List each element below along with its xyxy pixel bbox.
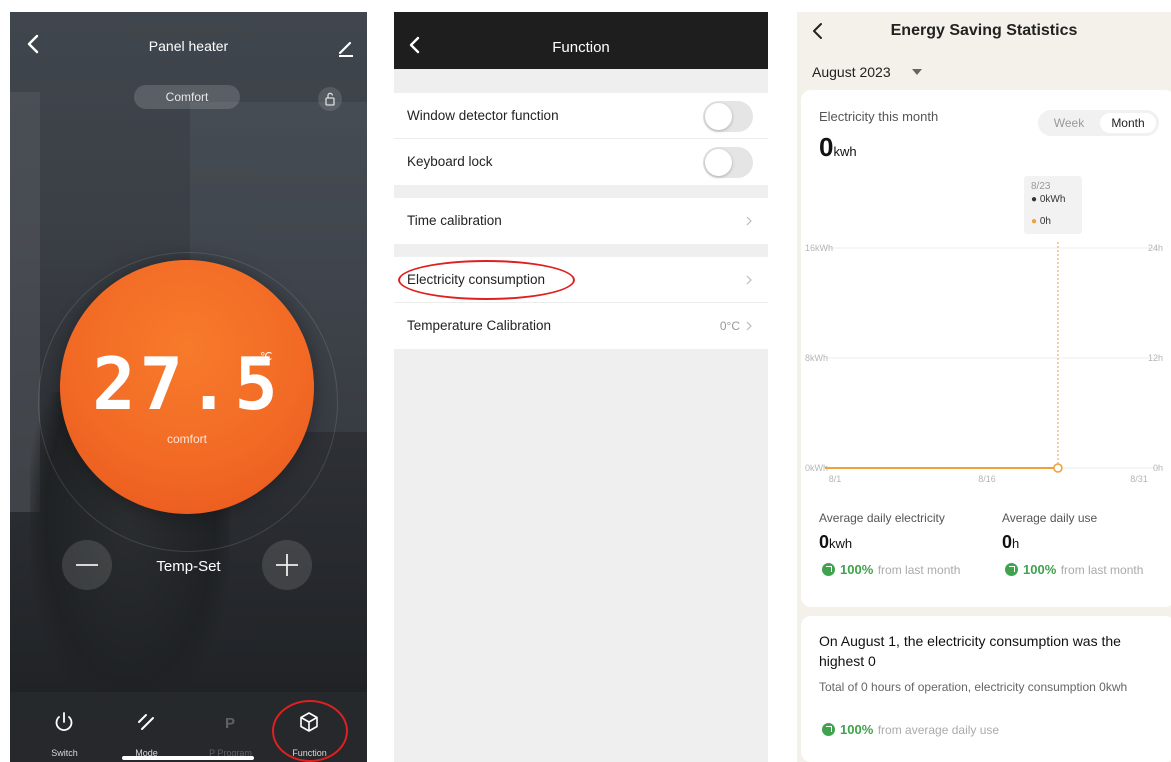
period-segmented-control: Week Month [1038, 110, 1159, 136]
week-option[interactable]: Week [1041, 113, 1097, 133]
tab-switch[interactable]: Switch [20, 692, 109, 762]
temperature-calibration-label: Temperature Calibration [407, 318, 552, 333]
summary-change: 100% from average daily use [822, 721, 999, 739]
electricity-total: 0kwh [819, 132, 857, 163]
temp-set-label: Temp-Set [156, 558, 221, 575]
x-tick: 8/1 [829, 474, 842, 484]
page-title: Function [552, 39, 610, 56]
y-tick-left: 0kWh [805, 463, 828, 473]
y-tick-right: 12h [1148, 353, 1163, 363]
change-text: from last month [1060, 563, 1144, 577]
change-text: from last month [877, 563, 961, 577]
mode-slash-icon [138, 714, 154, 730]
change-text: from average daily use [877, 723, 1000, 737]
tab-label: Switch [51, 748, 78, 758]
settings-group-time: Time calibration [394, 198, 768, 244]
avg-use-value: 0 [1002, 532, 1013, 552]
statistics-screen: Energy Saving Statistics August 2023 Ele… [797, 12, 1171, 762]
temperature-value: 27.5 [92, 342, 282, 426]
y-tick-left: 16kWh [805, 243, 833, 253]
tab-p-program[interactable]: P P Program [186, 692, 275, 762]
avg-electricity-value: 0 [819, 532, 830, 552]
y-tick-left: 8kWh [805, 353, 828, 363]
chevron-right-icon [746, 216, 752, 226]
heater-screen: Panel heater Comfort 27.5 ℃ comfort Temp… [10, 12, 367, 762]
unlock-icon[interactable] [318, 87, 342, 111]
trend-icon [822, 563, 835, 576]
keyboard-lock-toggle[interactable] [703, 147, 753, 178]
tooltip-hours: ● 0h [1031, 216, 1051, 227]
change-percent: 100% [840, 722, 874, 737]
tooltip-kwh: ● 0kWh [1031, 194, 1066, 205]
month-option[interactable]: Month [1100, 113, 1156, 133]
month-selector[interactable]: August 2023 [812, 64, 891, 80]
top-bar: Panel heater [10, 12, 367, 82]
chart-tooltip: 8/23 ● 0kWh ● 0h [1024, 176, 1082, 234]
svg-text:P: P [225, 715, 235, 732]
avg-use-unit: h [1012, 536, 1020, 551]
keyboard-lock-row: Keyboard lock [394, 139, 768, 185]
chevron-right-icon [746, 275, 752, 285]
trend-icon [822, 723, 835, 736]
avg-use-label: Average daily use [1002, 511, 1098, 525]
plus-button[interactable] [262, 540, 312, 590]
avg-electricity-unit: kwh [829, 536, 853, 551]
avg-electricity-change: 100% from last month [822, 561, 960, 579]
temperature-dial[interactable]: 27.5 ℃ comfort [60, 260, 314, 514]
window-detector-row: Window detector function [394, 93, 768, 139]
header: Function [394, 12, 768, 69]
avg-electricity-label: Average daily electricity [819, 511, 945, 525]
caret-down-icon[interactable] [911, 67, 923, 77]
avg-electricity-total: 0kwh [819, 532, 852, 553]
summary-title: On August 1, the electricity consumption… [819, 633, 1121, 669]
mode-pill[interactable]: Comfort [134, 85, 240, 109]
window-detector-label: Window detector function [407, 108, 559, 123]
toggle-knob [705, 149, 732, 176]
trend-icon [1005, 563, 1018, 576]
function-screen: Function Window detector function Keyboa… [394, 12, 768, 762]
time-calibration-label: Time calibration [407, 213, 502, 228]
chevron-right-icon [746, 321, 752, 331]
home-indicator [122, 756, 254, 760]
x-tick: 8/31 [1130, 474, 1148, 484]
avg-use-change: 100% from last month [1005, 561, 1143, 579]
change-percent: 100% [840, 562, 874, 577]
power-icon [55, 712, 73, 731]
tab-mode[interactable]: Mode [102, 692, 191, 762]
page-title: Energy Saving Statistics [890, 22, 1078, 39]
window-detector-toggle[interactable] [703, 101, 753, 132]
temperature-calibration-value: 0°C [719, 319, 740, 333]
summary-body: Total of 0 hours of operation, electrici… [819, 680, 1128, 694]
page-title: Panel heater [148, 38, 229, 54]
highlight-oval [398, 260, 575, 300]
p-program-icon: P [225, 715, 235, 732]
highlight-point [1053, 463, 1063, 473]
highlight-circle [272, 700, 348, 762]
temperature-calibration-row[interactable]: Temperature Calibration 0°C [394, 303, 768, 349]
y-tick-right: 24h [1148, 243, 1163, 253]
summary-card: On August 1, the electricity consumption… [801, 616, 1171, 762]
edit-icon[interactable] [335, 36, 357, 58]
time-calibration-row[interactable]: Time calibration [394, 198, 768, 244]
settings-group-toggles: Window detector function Keyboard lock [394, 93, 768, 185]
x-tick: 8/16 [978, 474, 996, 484]
avg-use-total: 0h [1002, 532, 1019, 553]
electricity-label: Electricity this month [819, 109, 939, 124]
electricity-chart[interactable]: 16kWh 24h 8kWh 12h 0kWh 0h 8/1 8/16 8/31 [797, 232, 1171, 492]
y-tick-right: 0h [1153, 463, 1163, 473]
toggle-knob [705, 103, 732, 130]
temperature-unit: ℃ [260, 351, 273, 363]
electricity-value: 0 [819, 132, 834, 162]
tooltip-date: 8/23 [1031, 181, 1051, 192]
dial-mode-label: comfort [166, 432, 207, 446]
keyboard-lock-label: Keyboard lock [407, 154, 493, 169]
change-percent: 100% [1023, 562, 1057, 577]
electricity-unit: kwh [833, 144, 857, 159]
